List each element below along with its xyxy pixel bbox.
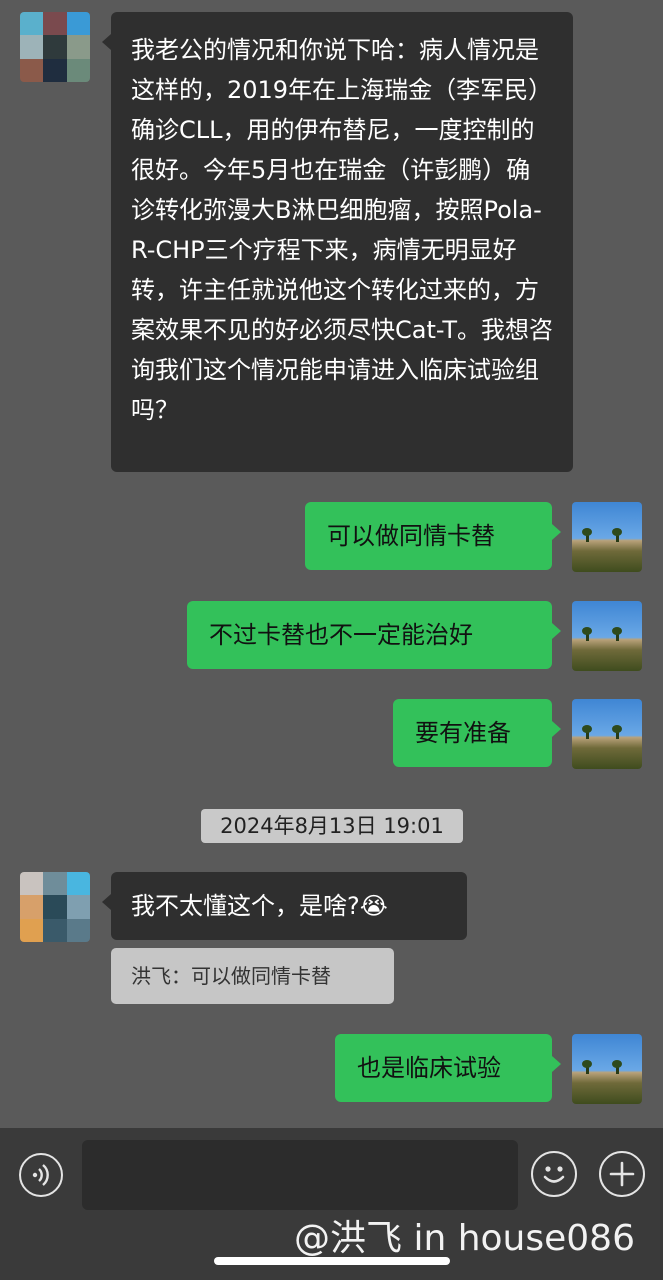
smiley-icon[interactable] <box>531 1151 577 1197</box>
crying-face-icon: 😭 <box>359 892 388 920</box>
message-text: 我不太懂这个，是啥? <box>131 892 360 920</box>
message-text: 不过卡替也不一定能治好 <box>209 621 473 649</box>
voice-icon[interactable] <box>19 1153 63 1197</box>
message-text: 也是临床试验 <box>357 1054 501 1082</box>
contact-avatar[interactable] <box>20 12 90 82</box>
message-text: 我老公的情况和你说下哈：病人情况是这样的，2019年在上海瑞金（李军民）确诊CL… <box>131 36 553 424</box>
message-bubble-sent[interactable]: 要有准备 <box>393 699 561 767</box>
message-bubble-sent[interactable]: 也是临床试验 <box>335 1034 561 1102</box>
message-bubble-received[interactable]: 我老公的情况和你说下哈：病人情况是这样的，2019年在上海瑞金（李军民）确诊CL… <box>102 12 573 472</box>
home-indicator[interactable] <box>214 1257 450 1265</box>
quoted-reply[interactable]: 洪飞：可以做同情卡替 <box>111 948 394 1004</box>
watermark-text: @洪飞 in house086 <box>294 1218 635 1259</box>
contact-avatar[interactable] <box>20 872 90 942</box>
chat-area[interactable]: 我老公的情况和你说下哈：病人情况是这样的，2019年在上海瑞金（李军民）确诊CL… <box>0 0 663 1128</box>
my-avatar[interactable] <box>572 1034 642 1104</box>
timestamp: 2024年8月13日 19:01 <box>201 809 463 843</box>
my-avatar[interactable] <box>572 502 642 572</box>
my-avatar[interactable] <box>572 601 642 671</box>
plus-icon[interactable] <box>599 1151 645 1197</box>
message-text: 可以做同情卡替 <box>327 522 495 550</box>
message-text: 要有准备 <box>415 719 511 747</box>
message-input[interactable] <box>82 1140 518 1210</box>
message-bubble-sent[interactable]: 不过卡替也不一定能治好 <box>187 601 561 669</box>
my-avatar[interactable] <box>572 699 642 769</box>
message-bubble-sent[interactable]: 可以做同情卡替 <box>305 502 561 570</box>
message-bubble-received[interactable]: 我不太懂这个，是啥?😭 <box>102 872 467 940</box>
